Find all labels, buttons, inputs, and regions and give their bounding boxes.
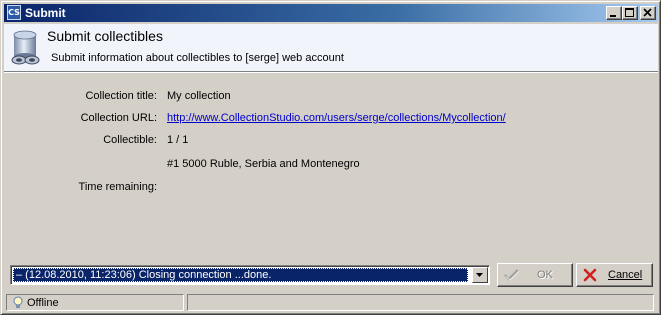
title-bar[interactable]: CS Submit bbox=[4, 4, 658, 22]
header-panel: Submit collectibles Submit information a… bbox=[4, 24, 658, 73]
minimize-icon bbox=[610, 15, 616, 17]
close-icon bbox=[643, 8, 652, 17]
collection-url-link[interactable]: http://www.CollectionStudio.com/users/se… bbox=[167, 112, 506, 124]
collection-title-value: My collection bbox=[167, 90, 231, 102]
header-title: Submit collectibles bbox=[47, 28, 163, 44]
time-remaining-label: Time remaining: bbox=[78, 181, 157, 193]
log-dropdown[interactable]: – (12.08.2010, 11:23:06) Closing connect… bbox=[10, 265, 490, 285]
header-subtitle: Submit information about collectibles to… bbox=[51, 52, 344, 64]
log-selected-entry: – (12.08.2010, 11:23:06) Closing connect… bbox=[13, 268, 468, 282]
maximize-icon bbox=[625, 8, 634, 17]
minimize-button[interactable] bbox=[606, 6, 622, 20]
status-connection-text: Offline bbox=[27, 297, 59, 309]
ok-button[interactable]: OK bbox=[497, 263, 573, 287]
dropdown-arrow-button[interactable] bbox=[472, 267, 488, 283]
collectible-name: #1 5000 Ruble, Serbia and Montenegro bbox=[167, 158, 360, 170]
collection-title-label: Collection title: bbox=[85, 90, 157, 102]
status-bar: Offline bbox=[4, 293, 658, 312]
app-icon: CS bbox=[7, 5, 21, 20]
collectible-count: 1 / 1 bbox=[167, 134, 189, 146]
status-panel-connection: Offline bbox=[6, 294, 184, 311]
cancel-label: Cancel bbox=[608, 269, 643, 281]
status-panel-main bbox=[187, 294, 654, 311]
collectible-label: Collectible: bbox=[103, 134, 157, 146]
chevron-down-icon bbox=[476, 273, 483, 277]
lightbulb-icon bbox=[13, 296, 23, 308]
x-icon bbox=[583, 268, 597, 282]
collection-url-label: Collection URL: bbox=[80, 112, 157, 124]
cancel-button[interactable]: Cancel bbox=[576, 263, 653, 287]
database-icon bbox=[11, 30, 40, 65]
submit-window: CS Submit Submit collectibles Submit inf… bbox=[0, 0, 661, 315]
ok-label: OK bbox=[537, 269, 553, 281]
maximize-button[interactable] bbox=[622, 6, 638, 20]
window-title: Submit bbox=[25, 6, 66, 20]
close-button[interactable] bbox=[640, 6, 656, 20]
checkmark-icon bbox=[504, 269, 520, 281]
